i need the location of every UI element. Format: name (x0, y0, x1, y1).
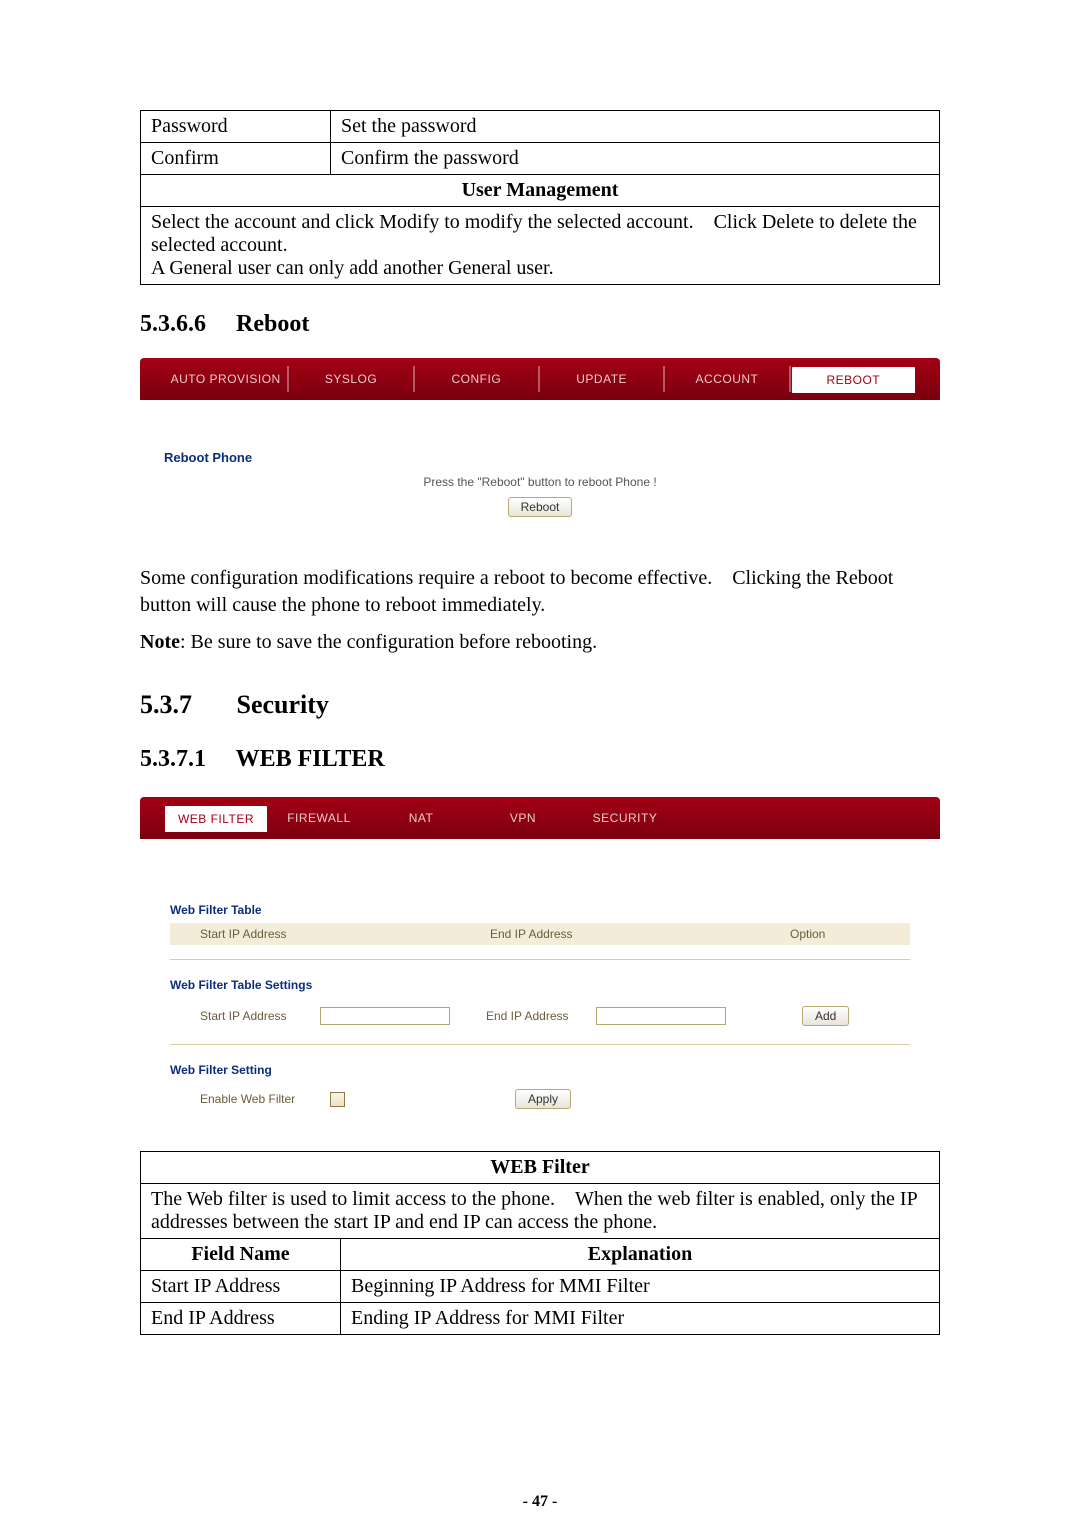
spec-col-explanation: Explanation (341, 1239, 940, 1271)
heading-reboot: 5.3.6.6 Reboot (140, 311, 940, 338)
tab-reboot[interactable]: REBOOT (791, 366, 916, 393)
tab-syslog[interactable]: SYSLOG (289, 366, 412, 392)
apply-button[interactable]: Apply (515, 1089, 571, 1109)
web-filter-settings-title: Web Filter Table Settings (170, 978, 910, 992)
heading-text: WEB FILTER (236, 746, 385, 772)
document-page: Password Set the password Confirm Confir… (0, 0, 1080, 1527)
tab-nat[interactable]: NAT (370, 805, 472, 831)
table-row: End IP Address Ending IP Address for MMI… (141, 1303, 940, 1335)
end-ip-input[interactable] (596, 1007, 726, 1025)
tab-account[interactable]: ACCOUNT (665, 366, 788, 392)
cell-key: Confirm (141, 143, 331, 175)
filter-tabstrip: WEB FILTER FIREWALL NAT VPN SECURITY (140, 797, 940, 839)
enable-web-filter-checkbox[interactable] (330, 1092, 345, 1107)
reboot-note: Note: Be sure to save the configuration … (140, 629, 940, 656)
spec-col-field: Field Name (141, 1239, 341, 1271)
reboot-hint-text: Press the "Reboot" button to reboot Phon… (164, 475, 916, 489)
reboot-paragraph: Some configuration modifications require… (140, 565, 940, 619)
heading-security: 5.3.7 Security (140, 690, 940, 720)
web-filter-spec-table: WEB Filter The Web filter is used to lim… (140, 1151, 940, 1335)
heading-text: Security (237, 690, 329, 719)
divider (170, 959, 910, 960)
table-row: Password Set the password (141, 111, 940, 143)
reboot-tabstrip: AUTO PROVISION SYSLOG CONFIG UPDATE ACCO… (140, 358, 940, 400)
table-row: The Web filter is used to limit access t… (141, 1184, 940, 1239)
heading-web-filter: 5.3.7.1 WEB FILTER (140, 746, 940, 773)
cell-key: Start IP Address (141, 1271, 341, 1303)
heading-number: 5.3.6.6 (140, 311, 230, 338)
cell-val: Confirm the password (331, 143, 940, 175)
web-filter-enable-row: Enable Web Filter Apply (170, 1083, 910, 1113)
spec-title-cell: WEB Filter (141, 1152, 940, 1184)
cell-val: Set the password (331, 111, 940, 143)
web-filter-setting-title: Web Filter Setting (170, 1063, 910, 1077)
add-button[interactable]: Add (802, 1006, 849, 1026)
table-row: Select the account and click Modify to m… (141, 207, 940, 285)
web-filter-screenshot: WEB FILTER FIREWALL NAT VPN SECURITY Web… (140, 797, 940, 1133)
divider (170, 1044, 910, 1045)
col-start-ip: Start IP Address (200, 927, 490, 941)
heading-number: 5.3.7 (140, 690, 230, 720)
table-row: Field Name Explanation (141, 1239, 940, 1271)
web-filter-table-header: Start IP Address End IP Address Option (170, 923, 910, 945)
enable-web-filter-label: Enable Web Filter (200, 1092, 330, 1106)
col-end-ip: End IP Address (490, 927, 790, 941)
tab-web-filter[interactable]: WEB FILTER (164, 805, 268, 832)
tab-config[interactable]: CONFIG (415, 366, 538, 392)
start-ip-label: Start IP Address (200, 1009, 320, 1023)
section-text-cell: Select the account and click Modify to m… (141, 207, 940, 285)
note-label: Note (140, 631, 180, 653)
reboot-section-title: Reboot Phone (164, 450, 916, 465)
start-ip-input[interactable] (320, 1007, 450, 1025)
tab-auto-provision[interactable]: AUTO PROVISION (164, 366, 287, 392)
tab-update[interactable]: UPDATE (540, 366, 663, 392)
web-filter-table-title: Web Filter Table (170, 903, 910, 917)
table-row: Start IP Address Beginning IP Address fo… (141, 1271, 940, 1303)
reboot-panel: Reboot Phone Press the "Reboot" button t… (140, 400, 940, 541)
web-filter-panel: Web Filter Table Start IP Address End IP… (140, 839, 940, 1133)
tabstrip-spacer (676, 805, 916, 831)
reboot-screenshot: AUTO PROVISION SYSLOG CONFIG UPDATE ACCO… (140, 358, 940, 541)
heading-text: Reboot (236, 311, 309, 337)
section-header-cell: User Management (141, 175, 940, 207)
cell-key: End IP Address (141, 1303, 341, 1335)
cell-val: Ending IP Address for MMI Filter (341, 1303, 940, 1335)
tab-security[interactable]: SECURITY (574, 805, 676, 831)
table-row: WEB Filter (141, 1152, 940, 1184)
note-text: : Be sure to save the configuration befo… (180, 631, 597, 653)
web-filter-settings-row: Start IP Address End IP Address Add (170, 998, 910, 1030)
heading-number: 5.3.7.1 (140, 746, 230, 773)
tab-vpn[interactable]: VPN (472, 805, 574, 831)
user-management-table: Password Set the password Confirm Confir… (140, 110, 940, 285)
page-number: - 47 - (0, 1493, 1080, 1511)
reboot-button[interactable]: Reboot (508, 497, 573, 517)
cell-val: Beginning IP Address for MMI Filter (341, 1271, 940, 1303)
tab-firewall[interactable]: FIREWALL (268, 805, 370, 831)
table-row: Confirm Confirm the password (141, 143, 940, 175)
col-option: Option (790, 927, 910, 941)
table-row: User Management (141, 175, 940, 207)
spec-intro-cell: The Web filter is used to limit access t… (141, 1184, 940, 1239)
cell-key: Password (141, 111, 331, 143)
end-ip-label: End IP Address (486, 1009, 596, 1023)
